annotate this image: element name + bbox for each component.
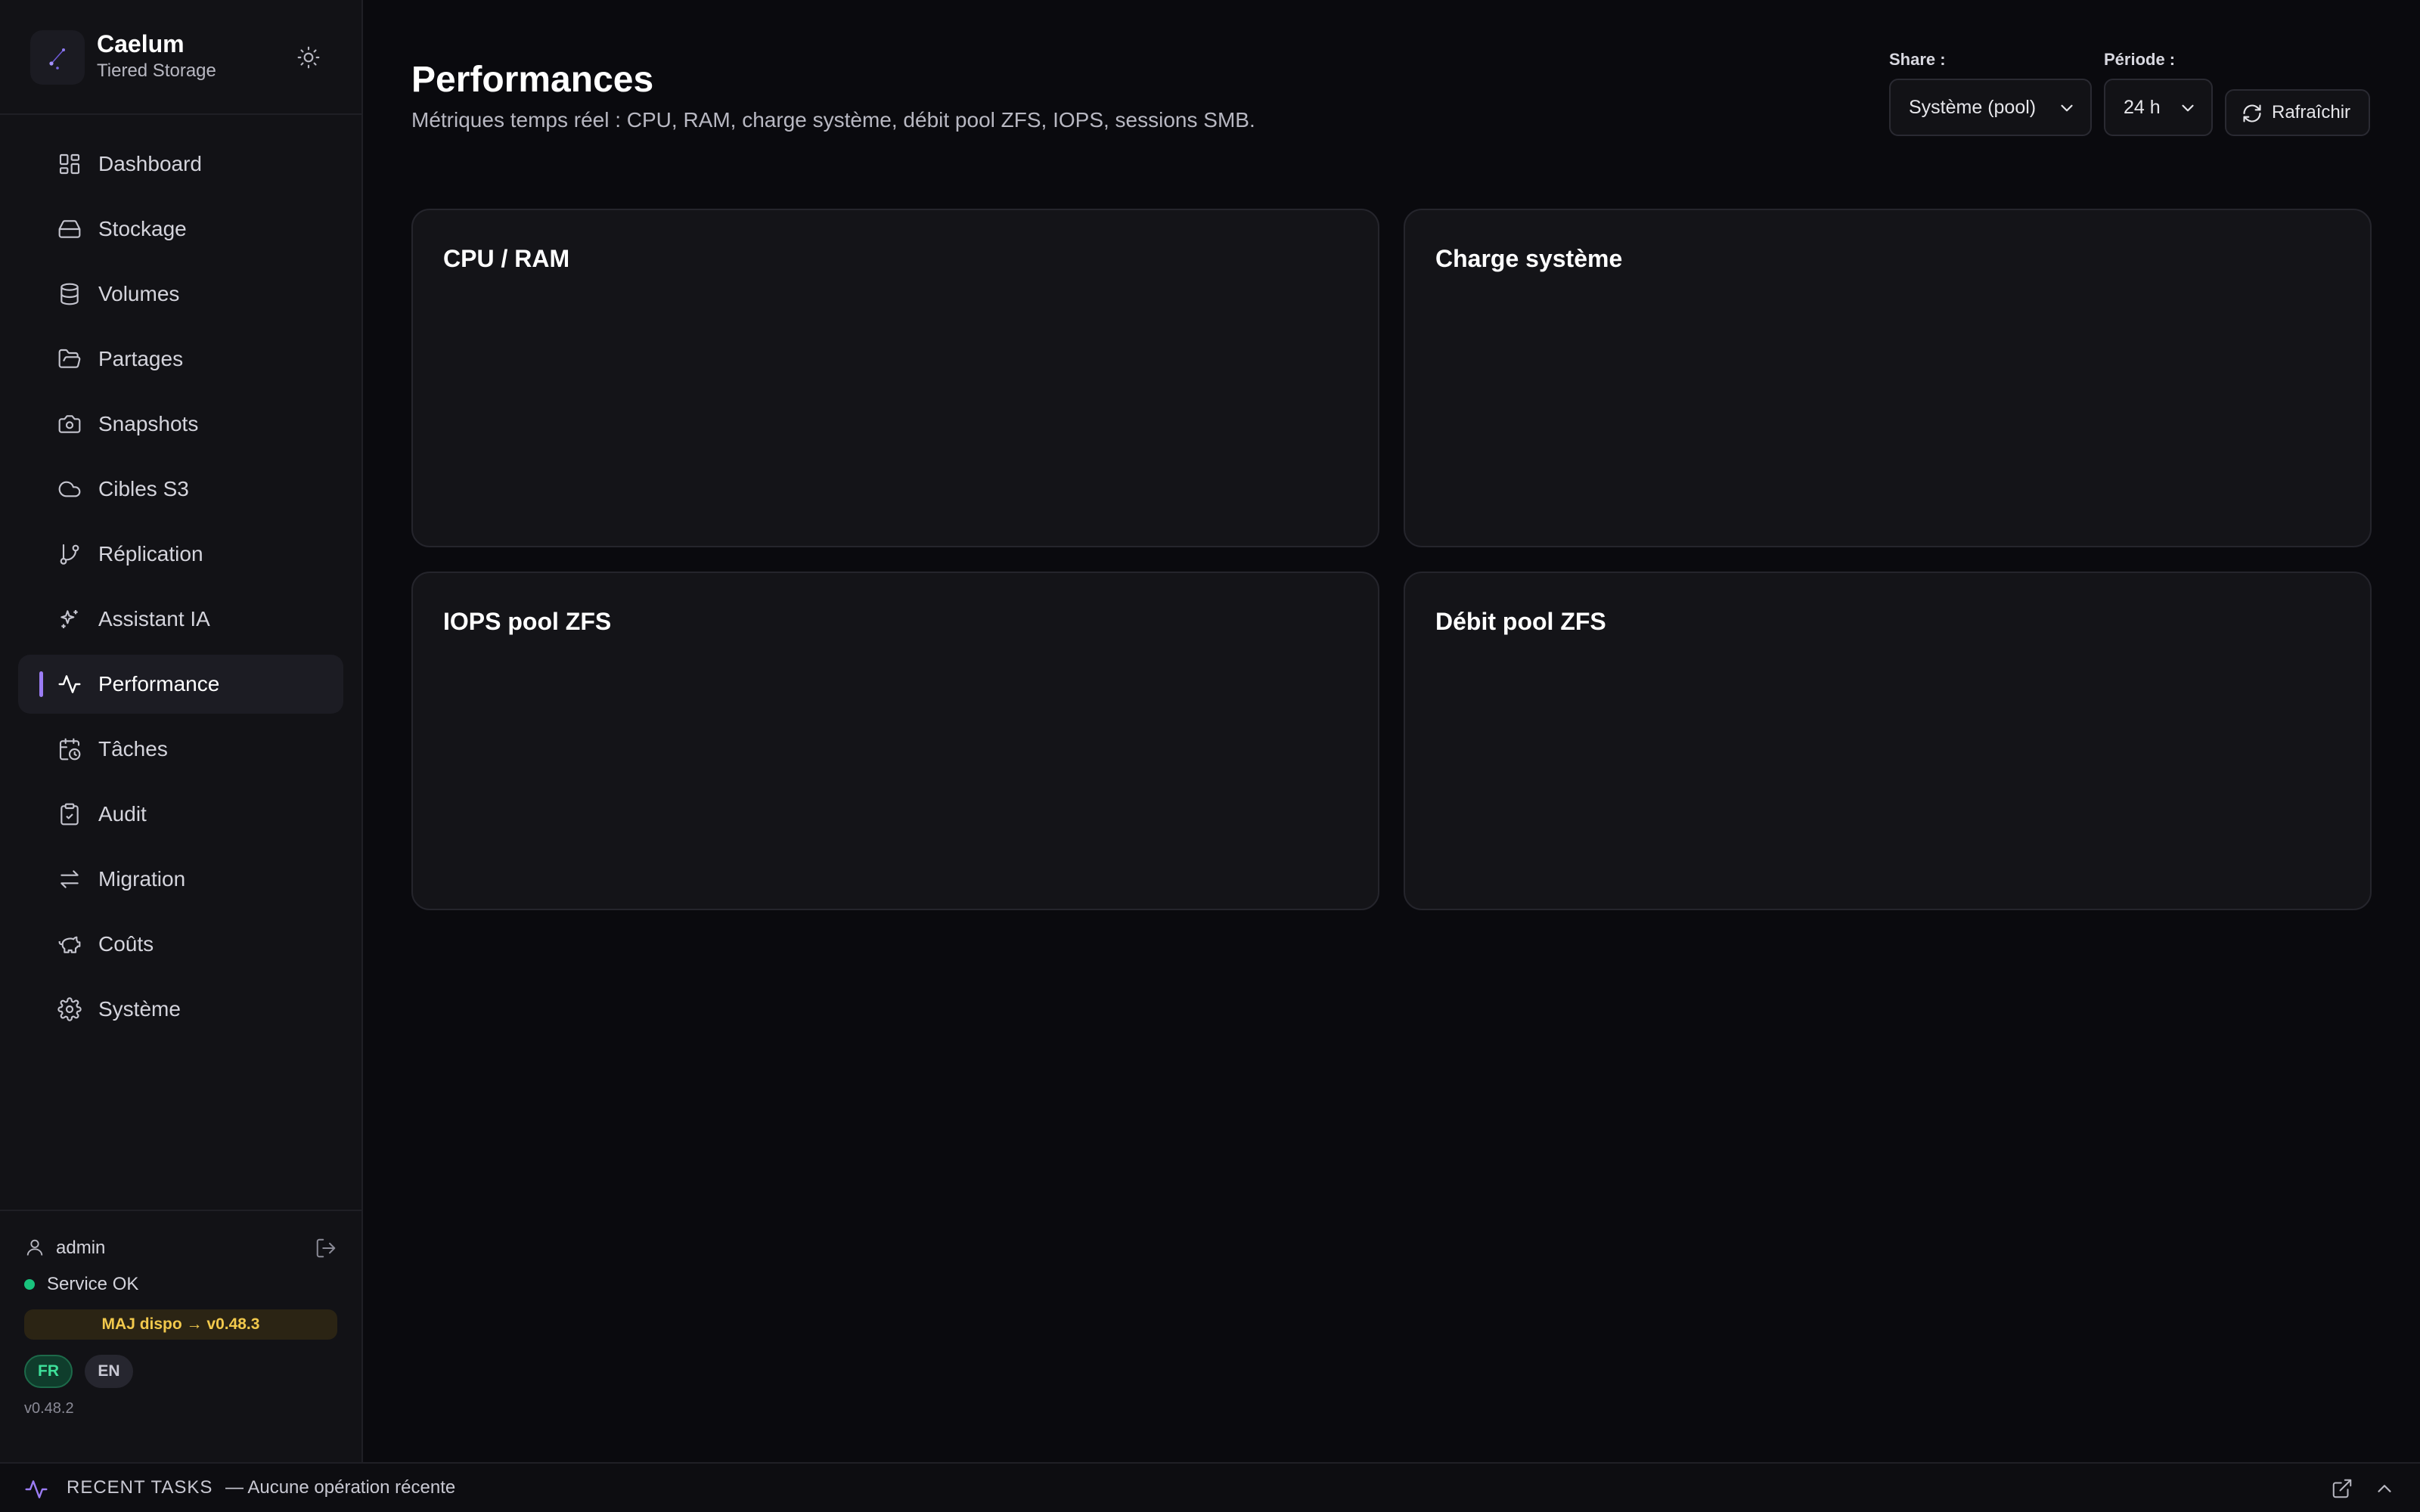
- sidebar-item-performance[interactable]: Performance: [18, 655, 343, 714]
- card-load: Charge système: [1404, 209, 2372, 547]
- page-title: Performances: [411, 60, 654, 100]
- activity-icon: [24, 1477, 48, 1501]
- share-label: Share :: [1889, 50, 1946, 69]
- card-cpu-ram: CPU / RAM: [411, 209, 1379, 547]
- sidebar-item-label: Audit: [98, 802, 147, 826]
- sidebar-item-label: Performance: [98, 672, 220, 696]
- folder-open-icon: [57, 347, 82, 371]
- lang-fr-button[interactable]: FR: [24, 1355, 73, 1388]
- expand-tasks-button[interactable]: [2373, 1477, 2396, 1500]
- period-label: Période :: [2104, 50, 2176, 69]
- lang-en-button[interactable]: EN: [85, 1355, 133, 1388]
- sidebar-item-systeme[interactable]: Système: [18, 980, 343, 1039]
- activity-icon: [57, 672, 82, 696]
- sidebar-item-stockage[interactable]: Stockage: [18, 200, 343, 259]
- sidebar-item-audit[interactable]: Audit: [18, 785, 343, 844]
- app-window: Caelum Tiered Storage Dashboard Stockage…: [0, 0, 2420, 1512]
- sidebar-item-label: Stockage: [98, 217, 187, 240]
- recent-tasks-bar[interactable]: RECENT TASKS — Aucune opération récente: [0, 1462, 2420, 1512]
- caelum-logo: [30, 30, 85, 85]
- page-subtitle: Métriques temps réel : CPU, RAM, charge …: [411, 108, 1255, 132]
- card-iops: IOPS pool ZFS: [411, 572, 1379, 910]
- sidebar-item-assistant-ia[interactable]: Assistant IA: [18, 590, 343, 649]
- camera-icon: [57, 412, 82, 436]
- sidebar-item-label: Réplication: [98, 542, 203, 565]
- open-external-button[interactable]: [2331, 1477, 2353, 1500]
- sparkles-icon: [57, 607, 82, 631]
- sidebar-item-cibles-s3[interactable]: Cibles S3: [18, 460, 343, 519]
- sidebar-item-label: Snapshots: [98, 412, 199, 435]
- sun-icon: [297, 46, 320, 69]
- sidebar-item-partages[interactable]: Partages: [18, 330, 343, 389]
- clipboard-check-icon: [57, 802, 82, 826]
- sidebar-item-replication[interactable]: Réplication: [18, 525, 343, 584]
- database-icon: [57, 282, 82, 306]
- gear-icon: [57, 997, 82, 1021]
- sidebar-nav: Dashboard Stockage Volumes Partages Snap…: [18, 135, 343, 1045]
- sidebar-item-couts[interactable]: Coûts: [18, 915, 343, 974]
- user-icon: [24, 1237, 45, 1258]
- user-row: admin: [24, 1237, 342, 1261]
- main-content: Performances Métriques temps réel : CPU,…: [363, 0, 2420, 1462]
- sidebar-item-migration[interactable]: Migration: [18, 850, 343, 909]
- external-link-icon: [2332, 1479, 2352, 1498]
- refresh-label: Rafraîchir: [2272, 102, 2351, 122]
- chart-area-empty: [1435, 293, 2340, 516]
- sidebar: Caelum Tiered Storage Dashboard Stockage…: [0, 0, 363, 1462]
- sidebar-item-label: Tâches: [98, 737, 168, 761]
- piggy-bank-icon: [57, 932, 82, 956]
- sidebar-item-label: Cibles S3: [98, 477, 189, 500]
- sidebar-item-label: Migration: [98, 867, 186, 891]
- card-throughput: Débit pool ZFS: [1404, 572, 2372, 910]
- refresh-icon: [2242, 103, 2263, 124]
- sidebar-footer: admin Service OK MAJ dispo → v0.48.3 FR …: [0, 1210, 361, 1462]
- sidebar-item-label: Système: [98, 997, 181, 1021]
- recent-tasks-message: — Aucune opération récente: [225, 1477, 456, 1498]
- theme-toggle-button[interactable]: [293, 42, 324, 73]
- calendar-clock-icon: [57, 737, 82, 761]
- logout-button[interactable]: [315, 1237, 337, 1259]
- sidebar-item-label: Partages: [98, 347, 184, 370]
- sidebar-item-volumes[interactable]: Volumes: [18, 265, 343, 324]
- card-title: IOPS pool ZFS: [443, 608, 612, 635]
- brand-name: Caelum: [97, 30, 185, 57]
- status-text: Service OK: [47, 1274, 139, 1294]
- card-title: CPU / RAM: [443, 245, 570, 272]
- sidebar-item-label: Coûts: [98, 932, 154, 956]
- chart-area-empty: [1435, 656, 2340, 878]
- sidebar-item-label: Volumes: [98, 282, 180, 305]
- arrows-swap-icon: [57, 867, 82, 891]
- brand-subtitle: Tiered Storage: [97, 60, 216, 81]
- sidebar-item-label: Dashboard: [98, 152, 202, 175]
- chart-area-empty: [443, 293, 1348, 516]
- update-available-badge[interactable]: MAJ dispo → v0.48.3: [24, 1309, 337, 1340]
- chart-area-empty: [443, 656, 1348, 878]
- recent-tasks-title: RECENT TASKS: [67, 1477, 213, 1498]
- chevron-down-icon: [2178, 98, 2198, 118]
- chevron-up-icon: [2378, 1485, 2391, 1492]
- git-branch-icon: [57, 542, 82, 566]
- brand-header: Caelum Tiered Storage: [0, 0, 361, 115]
- hard-drive-icon: [57, 217, 82, 241]
- sidebar-item-dashboard[interactable]: Dashboard: [18, 135, 343, 194]
- cloud-icon: [57, 477, 82, 501]
- period-select-value: 24 h: [2124, 97, 2161, 118]
- status-dot: [24, 1279, 35, 1290]
- app-version: v0.48.2: [24, 1400, 74, 1417]
- sidebar-item-snapshots[interactable]: Snapshots: [18, 395, 343, 454]
- refresh-button[interactable]: Rafraîchir: [2225, 89, 2370, 136]
- card-title: Charge système: [1435, 245, 1623, 272]
- share-select[interactable]: Système (pool): [1889, 79, 2092, 136]
- username: admin: [56, 1238, 106, 1258]
- sidebar-item-taches[interactable]: Tâches: [18, 720, 343, 779]
- card-title: Débit pool ZFS: [1435, 608, 1606, 635]
- chevron-down-icon: [2057, 98, 2077, 118]
- share-select-value: Système (pool): [1909, 97, 2037, 118]
- logout-icon: [316, 1238, 336, 1258]
- period-select[interactable]: 24 h: [2104, 79, 2213, 136]
- dashboard-icon: [57, 152, 82, 176]
- sidebar-item-label: Assistant IA: [98, 607, 210, 631]
